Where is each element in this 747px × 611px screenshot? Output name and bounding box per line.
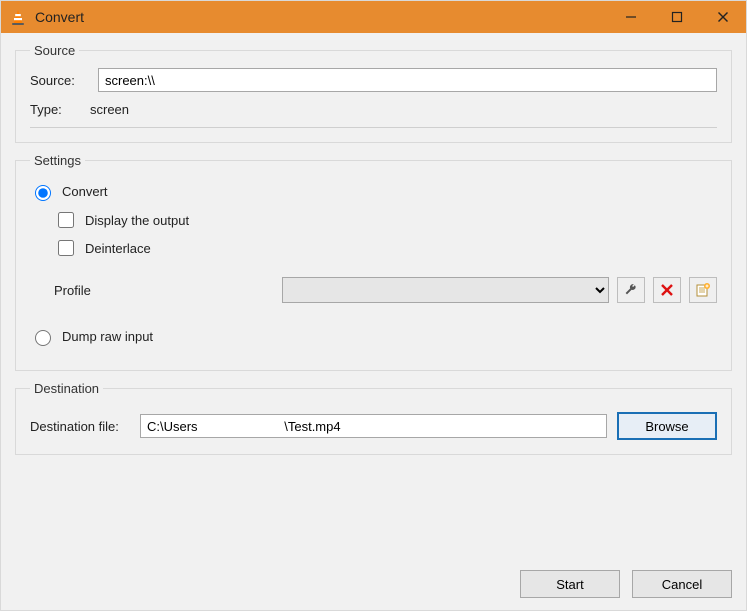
close-button[interactable] [700,1,746,33]
profile-label: Profile [54,283,274,298]
dialog-footer: Start Cancel [15,560,732,598]
minimize-button[interactable] [608,1,654,33]
type-label: Type: [30,102,80,117]
display-output-label: Display the output [85,213,189,228]
dump-raw-label: Dump raw input [62,329,153,344]
source-label: Source: [30,73,88,88]
maximize-button[interactable] [654,1,700,33]
destination-file-label: Destination file: [30,419,130,434]
client-area: Source Source: Type: screen Settings Con… [1,33,746,610]
wrench-icon [623,282,639,298]
x-icon [660,283,674,297]
deinterlace-label: Deinterlace [85,241,151,256]
browse-button[interactable]: Browse [617,412,717,440]
edit-profile-button[interactable] [617,277,645,303]
cancel-button[interactable]: Cancel [632,570,732,598]
titlebar: Convert [1,1,746,33]
window-title: Convert [35,9,84,25]
destination-group: Destination Destination file: Browse [15,381,732,455]
convert-radio-label: Convert [62,184,108,199]
destination-file-input[interactable] [140,414,607,438]
vlc-cone-icon [9,8,27,26]
type-value: screen [90,102,129,117]
convert-radio[interactable] [35,185,51,201]
profile-select[interactable] [282,277,609,303]
new-profile-button[interactable] [689,277,717,303]
deinterlace-checkbox[interactable] [58,240,74,256]
settings-group: Settings Convert Display the output Dein… [15,153,732,371]
source-legend: Source [30,43,79,58]
source-divider [30,127,717,128]
dump-raw-radio[interactable] [35,330,51,346]
settings-legend: Settings [30,153,85,168]
convert-dialog: Convert Source Source: Type: screen [0,0,747,611]
source-group: Source Source: Type: screen [15,43,732,143]
display-output-checkbox[interactable] [58,212,74,228]
source-input[interactable] [98,68,717,92]
new-profile-icon [695,282,711,298]
destination-legend: Destination [30,381,103,396]
start-button[interactable]: Start [520,570,620,598]
delete-profile-button[interactable] [653,277,681,303]
